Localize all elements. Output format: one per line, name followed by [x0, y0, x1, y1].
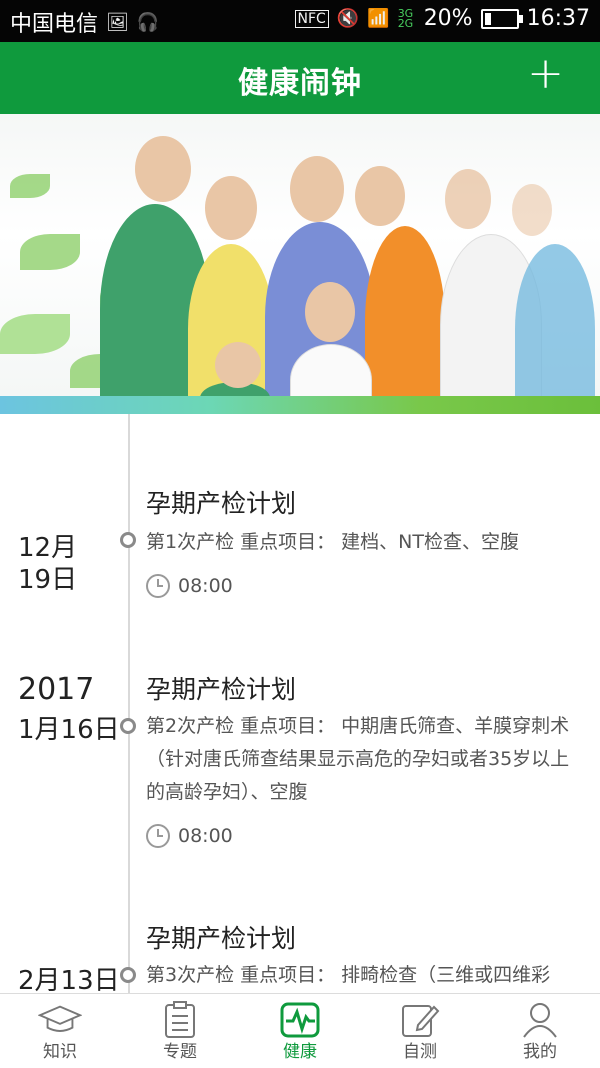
- event-date: 1月16日: [18, 715, 120, 745]
- tab-label: 自测: [403, 1042, 437, 1062]
- timeline-line: [128, 414, 130, 993]
- battery-icon: [480, 8, 523, 29]
- leaf-decoration: [0, 314, 70, 354]
- wifi-icon: 📶: [367, 8, 390, 29]
- timeline-dot: [120, 532, 136, 548]
- clock-icon: [146, 824, 170, 848]
- event-description: 第3次产检 重点项目： 排畸检查（三维或四维彩: [146, 964, 551, 986]
- tab-self-test[interactable]: 自测: [360, 994, 480, 1068]
- person-head: [290, 156, 344, 222]
- event-title: 孕期产检计划: [146, 924, 297, 953]
- event-time-value: 08:00: [178, 825, 233, 847]
- mute-icon: 🔇: [336, 8, 360, 29]
- person-head: [512, 184, 552, 236]
- network-type-label: 3G 2G: [397, 6, 414, 30]
- person-head: [305, 282, 355, 342]
- tab-label: 专题: [163, 1042, 197, 1062]
- clipboard-icon: [158, 1001, 202, 1038]
- edit-note-icon: [398, 1002, 442, 1038]
- event-description: 第2次产检 重点项目： 中期唐氏筛查、羊膜穿刺术（针对唐氏筛查结果显示高危的孕妇…: [146, 715, 570, 803]
- event-date: 2月13日: [18, 966, 120, 993]
- person-icon: [518, 1002, 562, 1038]
- doctor-figure: [515, 244, 595, 414]
- add-alarm-button[interactable]: +: [527, 52, 564, 96]
- nfc-icon: NFC: [294, 9, 329, 28]
- event-title: 孕期产检计划: [146, 675, 297, 704]
- event-time: 08:00: [146, 824, 233, 848]
- tab-label: 健康: [283, 1042, 317, 1062]
- timeline-dot: [120, 967, 136, 983]
- timeline-dot: [120, 718, 136, 734]
- person-head: [215, 342, 261, 388]
- health-alarm-timeline[interactable]: 孕期产检计划 12月19日 第1次产检 重点项目： 建档、NT检查、空腹 08:…: [0, 414, 600, 993]
- banner-stripe: [0, 396, 600, 414]
- person-head: [355, 166, 405, 226]
- clock-time: 16:37: [526, 6, 590, 31]
- status-left: 中国电信 🖼 🎧: [10, 6, 159, 38]
- event-date: 12月19日: [18, 533, 78, 595]
- tab-health[interactable]: 健康: [240, 994, 360, 1068]
- person-head: [445, 169, 491, 229]
- leaf-decoration: [20, 234, 80, 270]
- event-title: 孕期产检计划: [146, 489, 297, 518]
- tab-topics[interactable]: 专题: [120, 994, 240, 1068]
- event-year: 2017: [18, 672, 95, 707]
- tab-knowledge[interactable]: 知识: [0, 994, 120, 1068]
- leaf-decoration: [10, 174, 50, 198]
- status-bar: 中国电信 🖼 🎧 NFC 🔇 📶 3G 2G 20% 16:37: [0, 0, 600, 42]
- banner-image: [0, 114, 600, 414]
- event-time: 08:00: [146, 574, 233, 598]
- battery-percent: 20%: [423, 6, 473, 31]
- clock-icon: [146, 574, 170, 598]
- event-description: 第1次产检 重点项目： 建档、NT检查、空腹: [146, 531, 519, 553]
- image-icon: 🖼: [106, 11, 129, 33]
- bottom-tab-bar: 知识 专题 健康 自测 我的: [0, 993, 600, 1068]
- tab-me[interactable]: 我的: [480, 994, 600, 1068]
- person-head: [205, 176, 257, 240]
- title-bar: 健康闹钟 +: [0, 42, 600, 114]
- person-head: [135, 136, 191, 202]
- graduation-cap-icon: [38, 1002, 82, 1038]
- status-right: NFC 🔇 📶 3G 2G 20% 16:37: [294, 6, 590, 31]
- carrier-label: 中国电信: [10, 12, 99, 37]
- event-time-value: 08:00: [178, 575, 233, 597]
- heart-pulse-icon: [278, 1002, 322, 1038]
- tab-label: 知识: [43, 1042, 77, 1062]
- person-figure: [365, 226, 445, 414]
- page-title: 健康闹钟: [238, 66, 362, 101]
- headset-icon: 🎧: [136, 11, 160, 33]
- tab-label: 我的: [523, 1042, 557, 1062]
